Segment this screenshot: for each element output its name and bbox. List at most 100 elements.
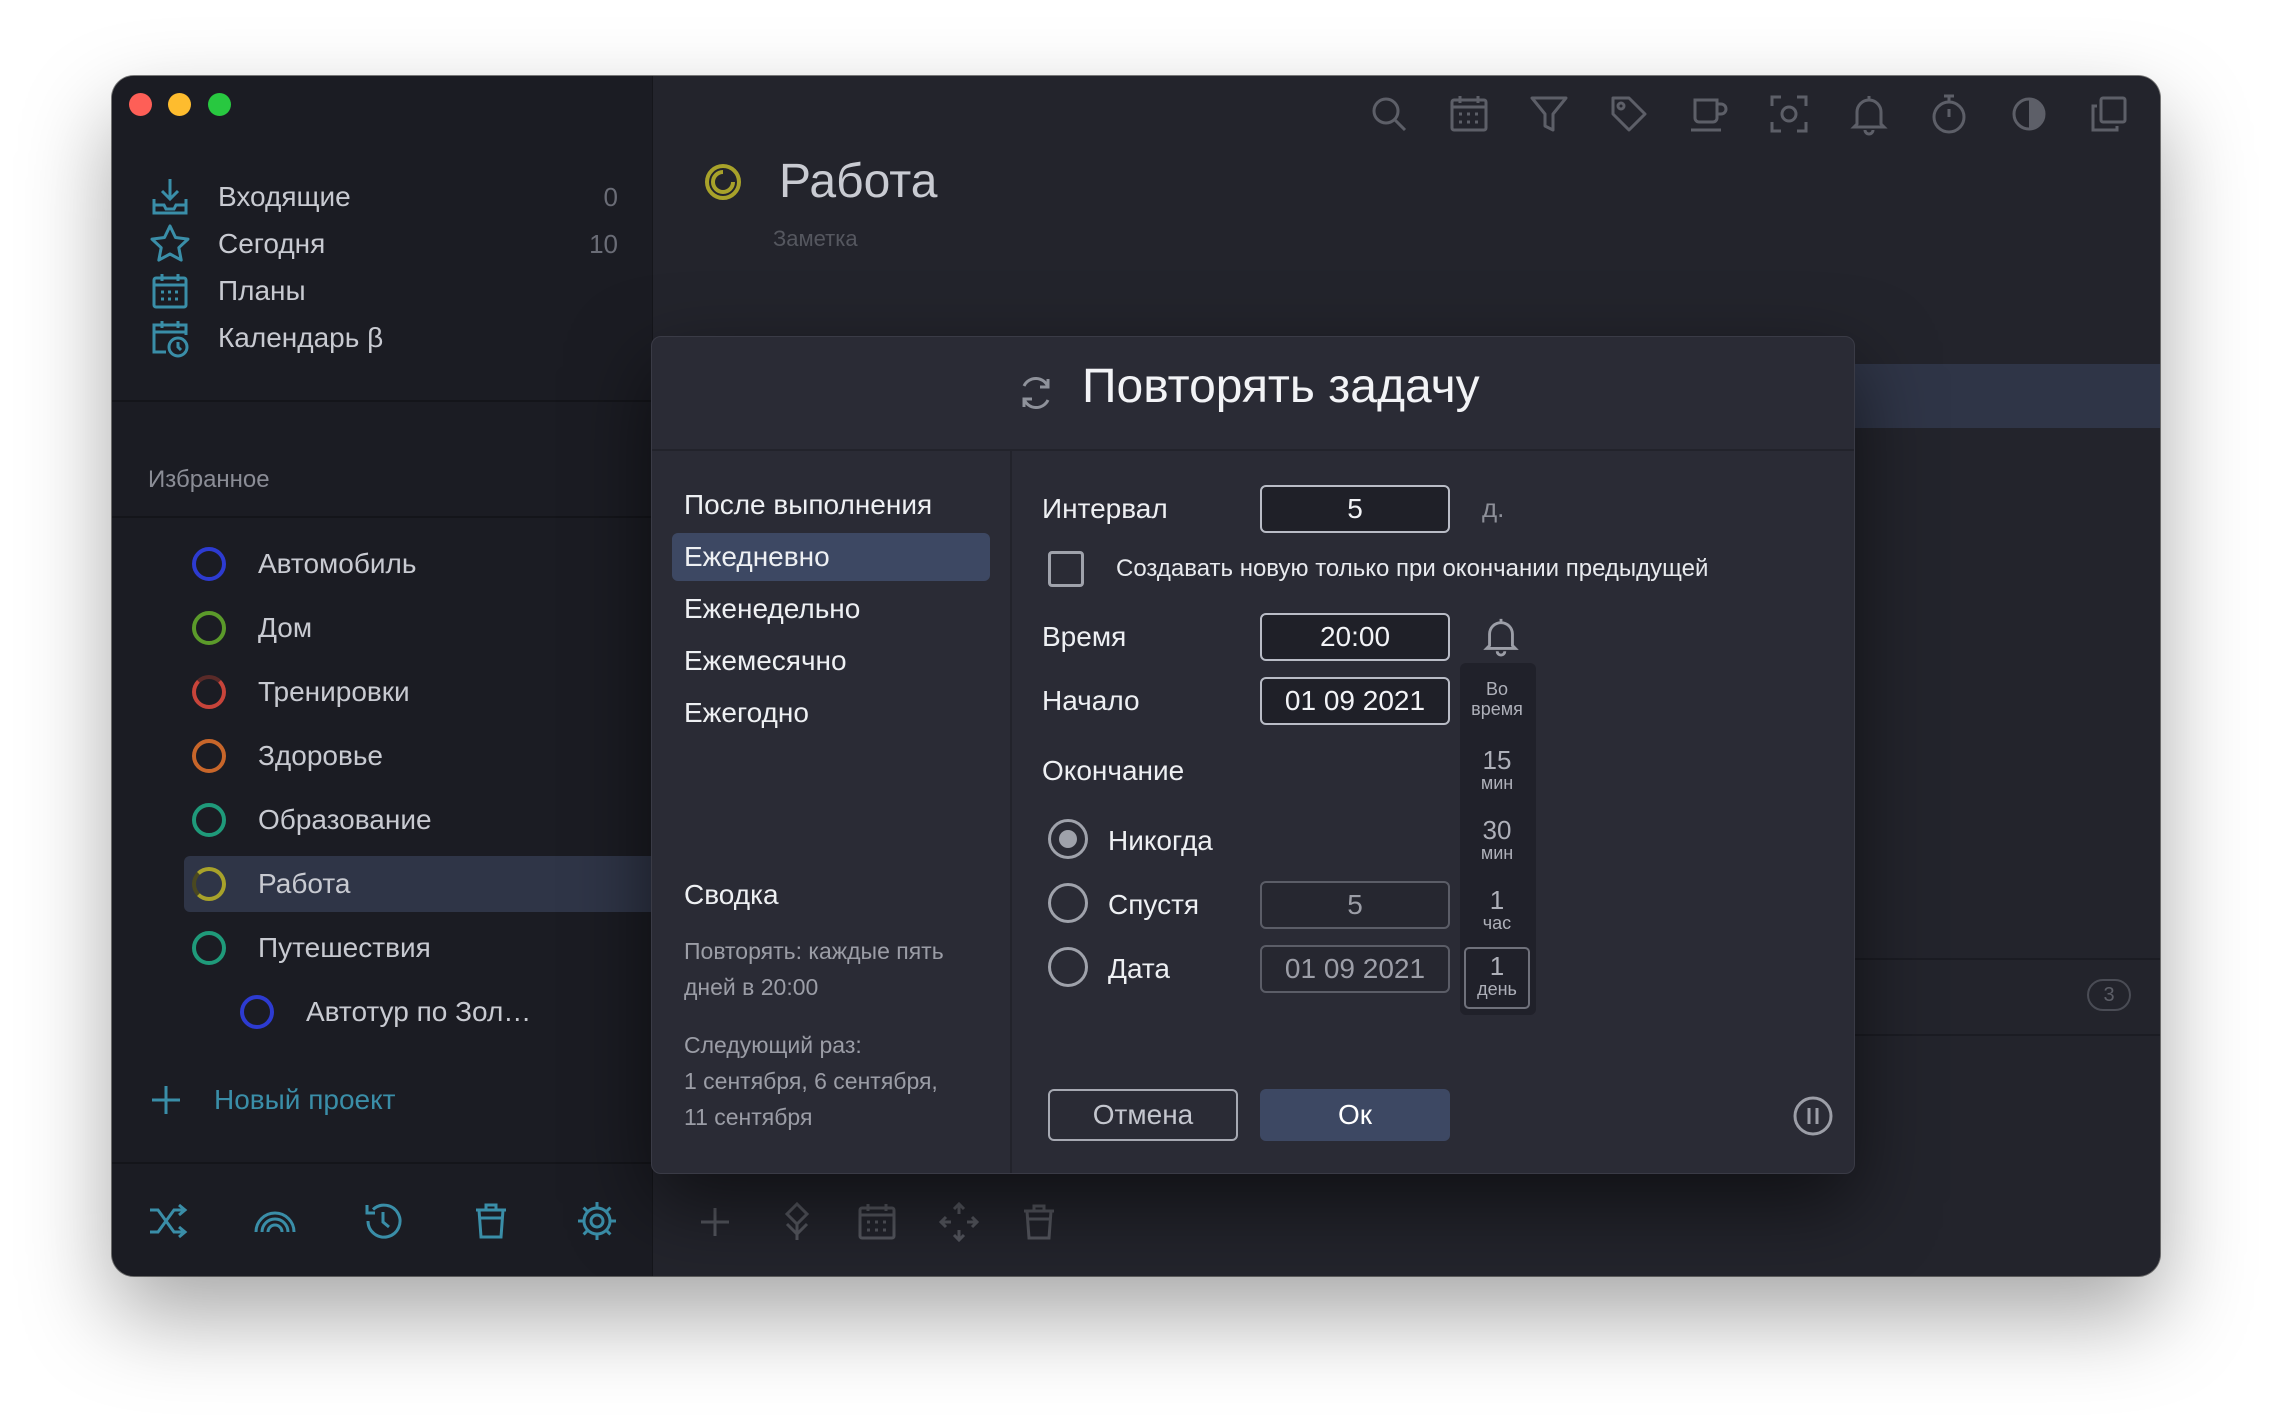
- add-icon[interactable]: [693, 1200, 737, 1244]
- list-divider: [1803, 1034, 2160, 1036]
- arrows-icon[interactable]: [937, 1200, 981, 1244]
- minimize-window-button[interactable]: [168, 93, 191, 116]
- ending-after-count-field[interactable]: 5: [1260, 881, 1450, 929]
- history-icon[interactable]: [360, 1198, 406, 1244]
- theme-icon[interactable]: [2007, 92, 2051, 136]
- interval-unit: д.: [1482, 493, 1505, 523]
- create-only-after-checkbox[interactable]: [1048, 551, 1084, 587]
- calendar-icon[interactable]: [855, 1200, 899, 1244]
- chevron-right-icon[interactable]: [2153, 981, 2160, 1009]
- project-progress-icon: [705, 163, 741, 200]
- move-icon[interactable]: [775, 1200, 819, 1244]
- app-window: Входящие 0 Сегодня 10 Планы Календарь β …: [112, 76, 2160, 1276]
- project-label: Работа: [258, 868, 351, 899]
- coffee-icon[interactable]: [1687, 92, 1731, 136]
- new-project-label: Новый проект: [214, 1084, 396, 1115]
- nav-calendar-label: Календарь β: [218, 322, 384, 353]
- summary-title: Сводка: [684, 879, 779, 910]
- rainbow-icon[interactable]: [252, 1198, 298, 1244]
- ending-never-radio[interactable]: [1048, 819, 1088, 859]
- reminder-option-value: 1: [1489, 885, 1505, 915]
- nav-today[interactable]: Сегодня 10: [148, 219, 618, 269]
- reminder-option-on-time[interactable]: Во время: [1464, 679, 1530, 719]
- project-header: Работа: [703, 154, 937, 209]
- project-item[interactable]: Тренировки: [192, 664, 662, 720]
- summary-next-title: Следующий раз:: [684, 1032, 862, 1058]
- project-item[interactable]: Образование: [192, 792, 662, 848]
- new-project-button[interactable]: Новый проект: [148, 1082, 395, 1118]
- reminder-option-unit: час: [1482, 913, 1512, 933]
- trash-icon[interactable]: [468, 1198, 514, 1244]
- project-ring-icon: [192, 547, 226, 581]
- project-note[interactable]: Заметка: [773, 226, 858, 252]
- reminder-option-unit: мин: [1480, 843, 1514, 863]
- task-row-selected[interactable]: [1803, 364, 2160, 428]
- project-ring-icon: [192, 867, 226, 901]
- time-field[interactable]: 20:00: [1260, 613, 1450, 661]
- project-item[interactable]: Автотур по Зол…: [240, 984, 710, 1040]
- project-label: Дом: [258, 612, 313, 643]
- nav-inbox-label: Входящие: [218, 181, 351, 212]
- calendar-clock-icon: [148, 316, 192, 360]
- dialog-title: Повторять задачу: [1082, 360, 1480, 413]
- project-item[interactable]: Автомобиль: [192, 536, 662, 592]
- search-icon[interactable]: [1367, 92, 1411, 136]
- bell-icon[interactable]: [1847, 92, 1891, 136]
- project-item[interactable]: Путешествия: [192, 920, 662, 976]
- zoom-window-button[interactable]: [208, 93, 231, 116]
- ending-date-label: Дата: [1108, 953, 1171, 984]
- project-label: Здоровье: [258, 740, 384, 771]
- settings-icon[interactable]: [574, 1198, 620, 1244]
- start-date-field[interactable]: 01 09 2021: [1260, 677, 1450, 725]
- star-icon: [148, 222, 192, 266]
- project-label: Путешествия: [258, 932, 431, 963]
- reminder-dropdown: Во время 15 мин 30 мин 1 час 1 день: [1460, 663, 1536, 1015]
- shuffle-icon[interactable]: [146, 1198, 192, 1244]
- sidebar: Входящие 0 Сегодня 10 Планы Календарь β …: [112, 76, 662, 1276]
- ending-label: Окончание: [1042, 755, 1185, 786]
- ending-after-radio[interactable]: [1048, 883, 1088, 923]
- nav-calendar[interactable]: Календарь β: [148, 313, 618, 363]
- project-label: Автомобиль: [258, 548, 417, 579]
- inbox-icon: [148, 175, 192, 219]
- calendar-grid-icon: [148, 269, 192, 313]
- reminder-option-value: 30: [1482, 815, 1512, 845]
- ending-date-radio[interactable]: [1048, 947, 1088, 987]
- copy-icon[interactable]: [2087, 92, 2131, 136]
- ok-button[interactable]: Ок: [1260, 1089, 1450, 1141]
- nav-inbox[interactable]: Входящие 0: [148, 172, 618, 222]
- reminder-option-15min[interactable]: 15 мин: [1464, 747, 1530, 793]
- interval-field[interactable]: 5: [1260, 485, 1450, 533]
- project-item[interactable]: Здоровье: [192, 728, 662, 784]
- filter-icon[interactable]: [1527, 92, 1571, 136]
- reminder-option-1hour[interactable]: 1 час: [1464, 887, 1530, 933]
- frequency-weekly[interactable]: Еженедельно: [672, 585, 990, 633]
- frequency-yearly[interactable]: Ежегодно: [672, 689, 990, 737]
- pause-icon[interactable]: [1792, 1095, 1834, 1137]
- close-window-button[interactable]: [129, 93, 152, 116]
- project-title: Работа: [779, 155, 938, 208]
- ending-date-field[interactable]: 01 09 2021: [1260, 945, 1450, 993]
- focus-icon[interactable]: [1767, 92, 1811, 136]
- frequency-monthly[interactable]: Ежемесячно: [672, 637, 990, 685]
- cancel-button[interactable]: Отмена: [1048, 1089, 1238, 1141]
- time-label: Время: [1042, 621, 1127, 652]
- project-label: Тренировки: [258, 676, 410, 707]
- reminder-option-1day[interactable]: 1 день: [1464, 947, 1530, 1009]
- interval-label: Интервал: [1042, 493, 1168, 524]
- project-item-selected[interactable]: Работа: [184, 856, 662, 912]
- frequency-daily[interactable]: Ежедневно: [672, 533, 990, 581]
- project-item[interactable]: Дом: [192, 600, 662, 656]
- nav-today-count: 10: [589, 228, 618, 259]
- nav-plans[interactable]: Планы: [148, 266, 618, 316]
- frequency-after-completion[interactable]: После выполнения: [672, 481, 990, 529]
- reminder-option-30min[interactable]: 30 мин: [1464, 817, 1530, 863]
- ending-never-label: Никогда: [1108, 825, 1213, 856]
- timer-icon[interactable]: [1927, 92, 1971, 136]
- project-ring-icon: [192, 803, 226, 837]
- bell-icon[interactable]: [1480, 615, 1522, 657]
- tag-icon[interactable]: [1607, 92, 1651, 136]
- calendar-icon[interactable]: [1447, 92, 1491, 136]
- project-ring-icon: [192, 739, 226, 773]
- trash-icon[interactable]: [1017, 1200, 1061, 1244]
